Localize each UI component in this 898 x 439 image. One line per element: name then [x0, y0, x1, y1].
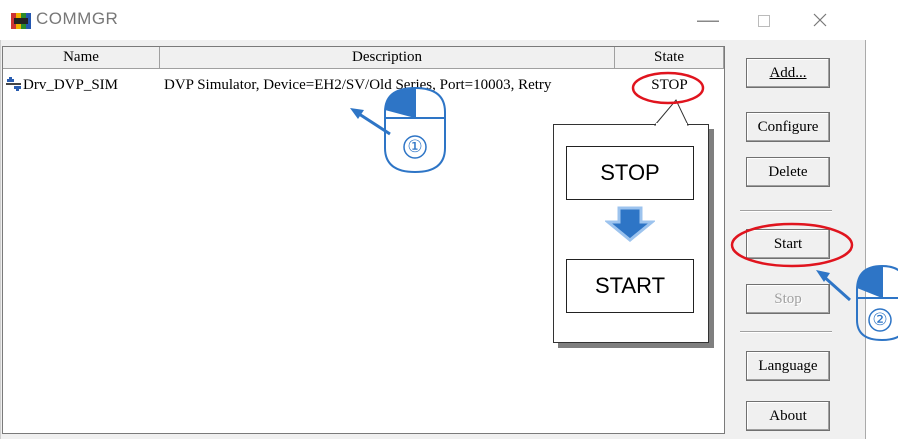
start-highlight-ellipse: [730, 222, 854, 268]
state-highlight-ellipse: [631, 71, 705, 105]
pointer-arrow: [821, 273, 851, 302]
mouse-icon: [384, 86, 446, 174]
annotation-overlay: [350, 71, 898, 342]
step-2-label: ②: [872, 310, 888, 330]
step-1-label: ①: [407, 137, 423, 157]
